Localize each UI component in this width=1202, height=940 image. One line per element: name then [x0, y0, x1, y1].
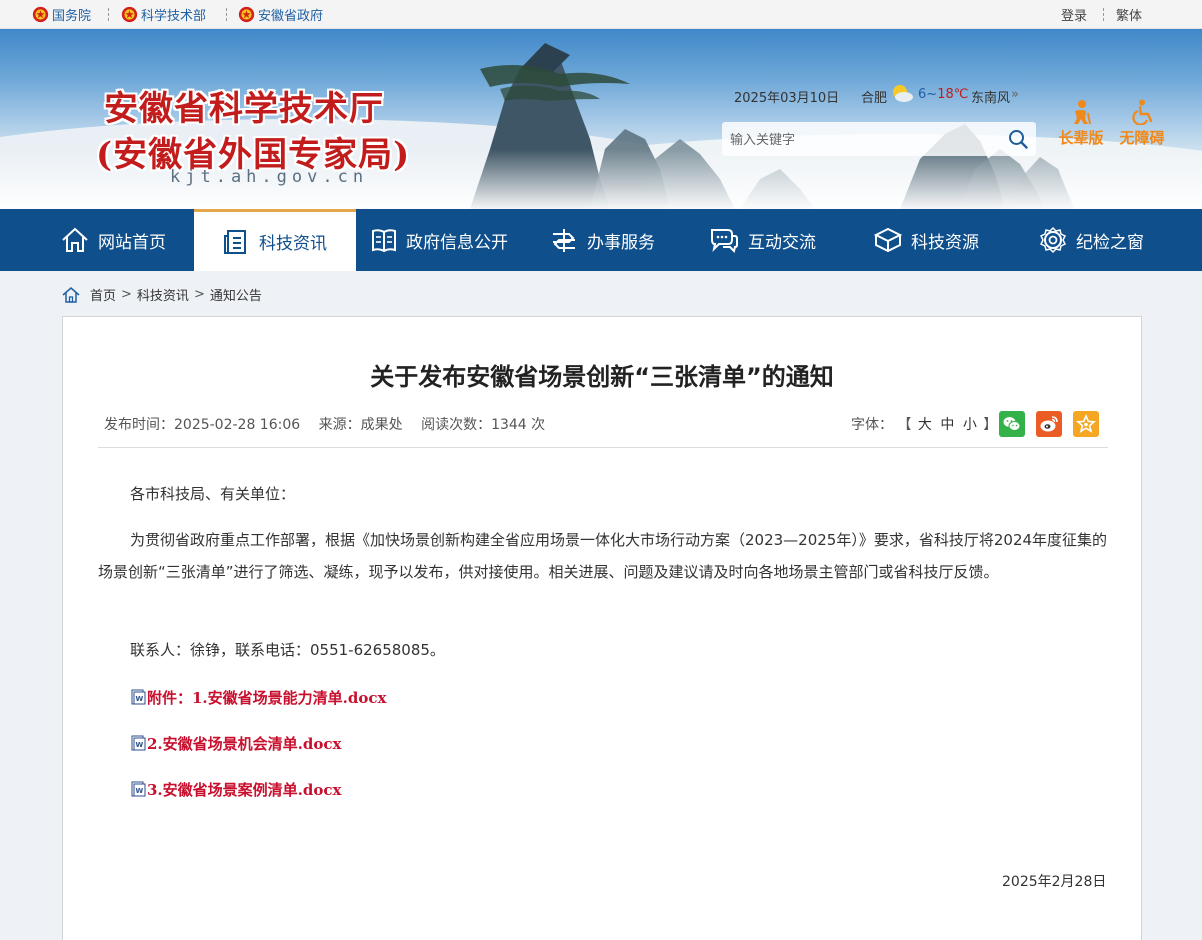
- top-bar: 国务院 科学技术部 安徽省政府 登录 繁体: [0, 0, 1202, 29]
- service-icon: [553, 229, 575, 252]
- article-title: 关于发布安徽省场景创新“三张清单”的通知: [370, 363, 834, 391]
- weather-wind: 东南风: [971, 91, 1011, 106]
- header-banner: 安徽省科学技术厅 (安徽省外国专家局) kjt.ah.gov.cn 2025年0…: [0, 29, 1202, 209]
- divider: [108, 8, 109, 21]
- breadcrumb-separator: >: [121, 286, 132, 302]
- link-label: 安徽省政府: [258, 8, 324, 24]
- weibo-icon[interactable]: [1036, 411, 1062, 437]
- main-navigation: 网站首页 科技资讯 政府信息公开 办事服务 互动交流 科技资源 纪检之窗: [0, 209, 1202, 271]
- elder-mode-label: 长辈版: [1058, 129, 1104, 147]
- weather-city: 合肥: [861, 91, 888, 106]
- nav-label: 科技资讯: [259, 234, 327, 254]
- body-text: 为贯彻省政府重点工作部署，根据《加快场景创新构建全省应用场景一体化大市场行动方案…: [98, 531, 1108, 581]
- login-link[interactable]: 登录: [1061, 5, 1087, 24]
- weather-sun-icon: [893, 85, 913, 102]
- breadcrumb-separator: >: [193, 286, 205, 302]
- site-title-line1: 安徽省科学技术厅: [104, 89, 384, 129]
- temp-unit: ℃: [953, 87, 969, 102]
- attachment-label: 3.安徽省场景案例清单.docx: [147, 780, 342, 799]
- breadcrumb-tech-news[interactable]: 科技资讯: [137, 285, 189, 304]
- attachment-link[interactable]: W 附件：1.安徽省场景能力清单.docx: [131, 687, 386, 707]
- attachment-link[interactable]: W 2.安徽省场景机会清单.docx: [131, 733, 341, 753]
- link-anhui-government[interactable]: 安徽省政府: [238, 5, 324, 24]
- meta-divider: [98, 447, 1108, 448]
- divider: [226, 8, 227, 21]
- font-size-small[interactable]: 小: [963, 417, 977, 433]
- nav-interaction[interactable]: 互动交流: [682, 209, 842, 271]
- national-emblem-icon: [32, 6, 49, 22]
- traditional-chinese-link[interactable]: 繁体: [1116, 5, 1142, 24]
- attachment-label: 2.安徽省场景机会清单.docx: [147, 734, 342, 753]
- font-bracket: 】: [983, 417, 998, 433]
- article-panel: 关于发布安徽省场景创新“三张清单”的通知 发布时间：2025-02-28 16:…: [62, 316, 1142, 940]
- wechat-icon[interactable]: [999, 411, 1025, 437]
- font-size-medium[interactable]: 中: [940, 417, 954, 433]
- current-date: 2025年03月10日: [734, 91, 840, 106]
- word-document-icon: W: [131, 781, 146, 797]
- news-icon: [224, 229, 246, 254]
- svg-text:W: W: [136, 741, 144, 749]
- site-domain: kjt.ah.gov.cn: [170, 167, 369, 187]
- nav-label: 网站首页: [98, 232, 166, 253]
- nav-home[interactable]: 网站首页: [32, 209, 194, 271]
- temp-high: 18: [937, 87, 954, 102]
- word-document-icon: W: [131, 689, 146, 705]
- breadcrumb-notices[interactable]: 通知公告: [210, 285, 262, 304]
- article-source: 来源：成果处: [318, 417, 403, 433]
- badge-icon: [1039, 226, 1067, 254]
- nav-label: 互动交流: [748, 232, 816, 253]
- nav-label: 科技资源: [911, 232, 979, 253]
- contact-text: 联系人：徐铮，联系电话：0551-62658085。: [130, 641, 445, 659]
- nav-tech-news[interactable]: 科技资讯: [194, 209, 356, 271]
- book-icon: [372, 229, 396, 253]
- national-emblem-icon: [121, 6, 138, 22]
- svg-text:W: W: [136, 787, 144, 795]
- nav-gov-info[interactable]: 政府信息公开: [356, 209, 522, 271]
- font-size-large[interactable]: 大: [918, 417, 932, 433]
- wheelchair-icon: [1132, 99, 1153, 125]
- link-label: 科学技术部: [141, 8, 207, 24]
- favorite-icon[interactable]: [1073, 411, 1099, 437]
- accessibility-label: 无障碍: [1119, 129, 1165, 147]
- weather-more-link[interactable]: »: [1011, 87, 1019, 102]
- nav-services[interactable]: 办事服务: [522, 209, 682, 271]
- greeting-text: 各市科技局、有关单位：: [130, 485, 296, 503]
- font-size-control: 字体： 【 大 中 小 】: [851, 414, 997, 434]
- nav-label: 政府信息公开: [406, 232, 508, 253]
- nav-label: 纪检之窗: [1076, 232, 1144, 253]
- search-icon[interactable]: [1007, 128, 1029, 150]
- attachment-link[interactable]: W 3.安徽省场景案例清单.docx: [131, 779, 341, 799]
- accessibility-button[interactable]: 无障碍: [1114, 99, 1170, 148]
- font-bracket: 【: [897, 417, 912, 433]
- attachment-label: 附件：1.安徽省场景能力清单.docx: [147, 688, 387, 707]
- view-count: 阅读次数：1344 次: [421, 417, 546, 433]
- font-size-label: 字体：: [851, 417, 893, 433]
- breadcrumb-home[interactable]: 首页: [90, 285, 116, 304]
- home-icon: [62, 227, 88, 252]
- search-box: [722, 122, 1036, 156]
- cube-icon: [873, 227, 903, 253]
- weather-temperature: 6~18℃: [918, 87, 968, 102]
- svg-text:W: W: [136, 695, 144, 703]
- divider: [1103, 8, 1104, 21]
- word-document-icon: W: [131, 735, 146, 751]
- nav-label: 办事服务: [587, 232, 655, 253]
- nav-tech-resources[interactable]: 科技资源: [842, 209, 1010, 271]
- link-state-council[interactable]: 国务院: [32, 5, 92, 24]
- document-date: 2025年2月28日: [1002, 874, 1107, 890]
- link-label: 国务院: [52, 8, 92, 24]
- publish-time: 发布时间：2025-02-28 16:06: [104, 417, 301, 433]
- home-icon: [62, 286, 80, 303]
- link-ministry-science[interactable]: 科学技术部: [121, 5, 207, 24]
- chat-icon: [711, 229, 738, 253]
- nav-discipline[interactable]: 纪检之窗: [1010, 209, 1172, 271]
- national-emblem-icon: [238, 6, 255, 22]
- temp-separator: ~: [926, 87, 938, 102]
- elder-mode-button[interactable]: 长辈版: [1053, 99, 1109, 148]
- article-meta: 发布时间：2025-02-28 16:06 来源：成果处 阅读次数：1344 次: [104, 414, 559, 434]
- search-input[interactable]: [730, 130, 1000, 150]
- breadcrumb: 首页 > 科技资讯 > 通知公告: [62, 284, 262, 304]
- elder-person-icon: [1074, 100, 1091, 125]
